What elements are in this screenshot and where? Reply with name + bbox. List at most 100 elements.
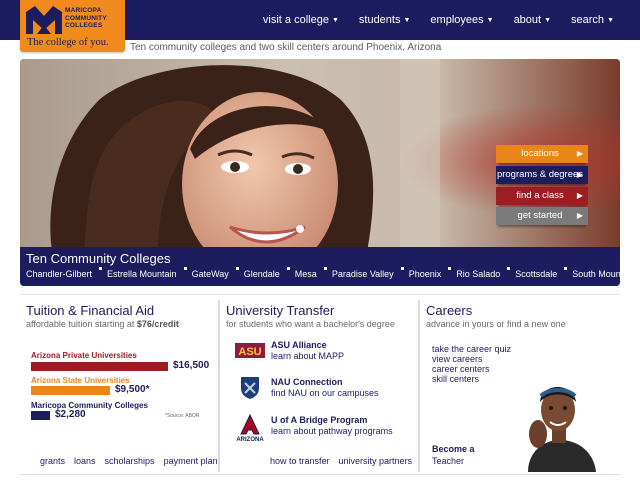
bullet-icon: [183, 267, 187, 270]
logo-tagline: The college of you.: [27, 37, 109, 48]
nav-students[interactable]: students ▼: [359, 14, 411, 26]
college-link[interactable]: GateWay: [192, 269, 229, 279]
chart-bar: [31, 362, 168, 371]
nav-employees[interactable]: employees ▼: [430, 14, 493, 26]
bullet-icon: [564, 267, 568, 270]
transfer-subtitle: for students who want a bachelor's degre…: [226, 319, 395, 329]
asu-logo-icon[interactable]: ASU: [235, 340, 265, 364]
career-centers-link[interactable]: career centers: [432, 364, 490, 374]
transfer-links: how to transfer university partners: [270, 456, 412, 466]
grants-link[interactable]: grants: [40, 456, 65, 466]
nau-connection-desc[interactable]: find NAU on our campuses: [271, 388, 379, 398]
tuition-amount: $76/credit: [136, 319, 179, 329]
arrow-right-icon: ▶: [576, 211, 583, 220]
button-label: locations: [521, 148, 559, 159]
bullet-icon: [286, 267, 290, 270]
college-link[interactable]: Mesa: [295, 269, 317, 279]
svg-text:ASU: ASU: [238, 346, 261, 358]
scholarships-link[interactable]: scholarships: [105, 456, 155, 466]
asu-alliance-title[interactable]: ASU Alliance: [271, 340, 327, 350]
button-label: get started: [517, 210, 563, 221]
tuition-links: grants loans scholarships payment plan: [40, 456, 218, 466]
column-divider: [418, 300, 420, 472]
maricopa-logo[interactable]: MARICOPA COMMUNITY COLLEGES The college …: [20, 0, 125, 52]
logo-wordmark: MARICOPA COMMUNITY COLLEGES: [65, 7, 107, 29]
careers-title[interactable]: Careers: [426, 303, 472, 318]
career-quiz-link[interactable]: take the career quiz: [432, 344, 511, 354]
college-link[interactable]: Glendale: [244, 269, 280, 279]
svg-text:ARIZONA: ARIZONA: [236, 437, 264, 442]
chevron-down-icon: ▼: [331, 17, 339, 24]
locations-button[interactable]: locations ▶: [496, 145, 588, 163]
bullet-icon: [99, 267, 103, 270]
college-list: Chandler-Gilbert Estrella Mountain GateW…: [26, 267, 620, 279]
nav-visit-a-college[interactable]: visit a college ▼: [263, 14, 339, 26]
tuition-subtitle-text: affordable tuition starting at: [26, 319, 137, 329]
chart-category-label: Arizona Private Universities: [31, 351, 137, 360]
arrow-right-icon: ▶: [576, 191, 583, 200]
colleges-band-title: Ten Community Colleges: [26, 251, 171, 266]
chevron-down-icon: ▼: [544, 17, 552, 24]
get-started-button[interactable]: get started ▶: [496, 207, 588, 225]
button-label: find a class: [516, 190, 564, 201]
bullet-icon: [235, 267, 239, 270]
bottom-divider: [20, 474, 620, 475]
nau-logo-icon[interactable]: [235, 376, 265, 400]
chart-value-label: $2,280: [55, 409, 86, 420]
careers-subtitle: advance in yours or find a new one: [426, 319, 566, 329]
college-link[interactable]: Phoenix: [409, 269, 442, 279]
main-navigation: visit a college ▼ students ▼ employees ▼ ab…: [263, 0, 614, 40]
colleges-band: Ten Community Colleges Chandler-Gilbert …: [20, 247, 620, 286]
programs-degrees-button[interactable]: programs & degrees ▶: [496, 166, 588, 184]
bullet-icon: [323, 267, 327, 270]
nav-label: students: [358, 14, 401, 26]
career-teacher-photo: [528, 387, 596, 472]
tuition-subtitle: affordable tuition starting at $76/credi…: [26, 319, 179, 329]
college-link[interactable]: South Mountain: [572, 269, 620, 279]
become-a-title[interactable]: Become a: [432, 444, 475, 454]
chevron-down-icon: ▼: [486, 17, 494, 24]
payment-plan-link[interactable]: payment plan: [164, 456, 218, 466]
college-link[interactable]: Chandler-Gilbert: [26, 269, 92, 279]
transfer-title[interactable]: University Transfer: [226, 303, 334, 318]
column-divider: [218, 300, 220, 472]
college-link[interactable]: Paradise Valley: [332, 269, 394, 279]
arizona-logo-icon[interactable]: ARIZONA: [235, 414, 265, 442]
nav-label: employees: [430, 14, 484, 26]
asu-alliance-desc[interactable]: learn about MAPP: [271, 351, 344, 361]
how-to-transfer-link[interactable]: how to transfer: [270, 456, 330, 466]
nau-connection-title[interactable]: NAU Connection: [271, 377, 343, 387]
bullet-icon: [400, 267, 404, 270]
button-label: programs & degrees: [496, 169, 584, 180]
chart-value-label: $9,500*: [115, 384, 150, 395]
tuition-title[interactable]: Tuition & Financial Aid: [26, 303, 154, 318]
university-partners-link[interactable]: university partners: [339, 456, 413, 466]
nav-label: visit a college: [262, 14, 329, 26]
college-link[interactable]: Estrella Mountain: [107, 269, 177, 279]
nav-label: about: [513, 14, 542, 26]
chart-bar: [31, 386, 110, 395]
find-a-class-button[interactable]: find a class ▶: [496, 187, 588, 205]
chart-value-label: $16,500: [173, 360, 210, 371]
skill-centers-link[interactable]: skill centers: [432, 374, 479, 384]
nav-about[interactable]: about ▼: [514, 14, 551, 26]
college-link[interactable]: Rio Salado: [456, 269, 500, 279]
chart-category-label: Maricopa Community Colleges: [31, 401, 148, 410]
bridge-program-title[interactable]: U of A Bridge Program: [271, 415, 367, 425]
bullet-icon: [448, 267, 452, 270]
chevron-down-icon: ▼: [403, 17, 411, 24]
bullet-icon: [507, 267, 511, 270]
chart-source-note: *Source: ABOR: [165, 413, 200, 419]
become-role-label[interactable]: Teacher: [432, 456, 464, 466]
nav-search[interactable]: search ▼: [571, 14, 614, 26]
loans-link[interactable]: loans: [74, 456, 96, 466]
hero-banner: locations ▶ programs & degrees ▶ find a cl…: [20, 59, 620, 286]
view-careers-link[interactable]: view careers: [432, 354, 483, 364]
arrow-right-icon: ▶: [576, 149, 583, 158]
college-link[interactable]: Scottsdale: [515, 269, 557, 279]
arrow-right-icon: ▶: [576, 170, 583, 179]
nav-label: search: [571, 14, 605, 26]
site-tagline: Ten community colleges and two skill cen…: [130, 42, 442, 53]
bridge-program-desc[interactable]: learn about pathway programs: [271, 426, 393, 436]
maricopa-logo-mark-icon: [26, 6, 62, 34]
